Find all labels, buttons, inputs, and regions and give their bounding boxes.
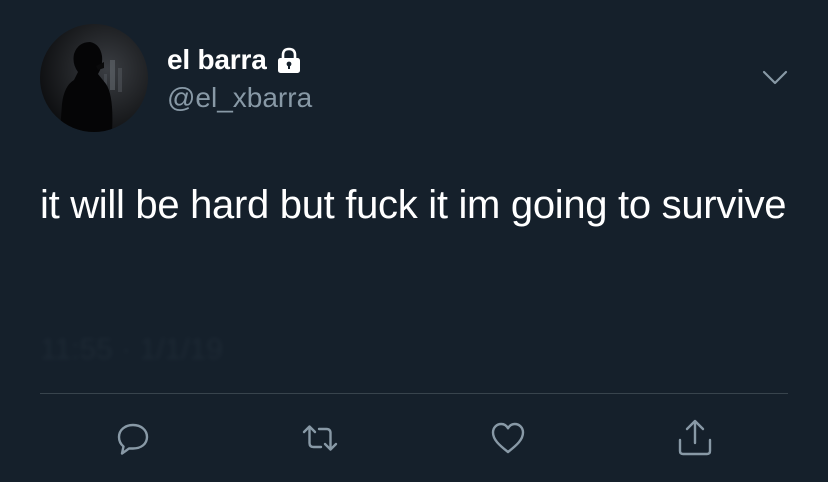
reply-button[interactable] [113,418,153,458]
display-name-text[interactable]: el barra [167,44,267,76]
tweet-text: it will be hard but fuck it im going to … [40,183,787,227]
share-icon [678,419,712,456]
heart-icon [491,422,525,454]
divider [40,393,788,394]
avatar[interactable] [40,24,148,132]
lock-icon [275,46,303,74]
reply-icon [117,423,149,455]
like-button[interactable] [488,418,528,458]
user-handle[interactable]: @el_xbarra [167,82,312,114]
share-button[interactable] [675,418,715,458]
tweet-timestamp[interactable]: 11:55 · 1/1/19 [40,333,223,367]
retweet-icon [302,425,338,451]
chevron-down-icon[interactable] [762,68,788,88]
retweet-button[interactable] [300,418,340,458]
display-name[interactable]: el barra [167,44,303,76]
